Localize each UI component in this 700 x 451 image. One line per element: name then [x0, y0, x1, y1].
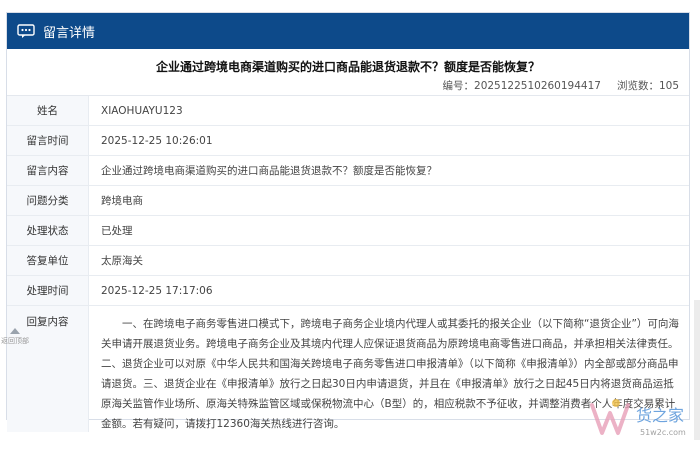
- row-value: 跨境电商: [101, 195, 143, 207]
- row-value: 2025-12-25 17:17:06: [101, 284, 213, 297]
- row-reply-unit: 答复单位 太原海关: [7, 246, 689, 276]
- row-message-time: 留言时间 2025-12-25 10:26:01: [7, 126, 689, 156]
- row-value: 2025-12-25 10:26:01: [101, 134, 213, 147]
- watermark-brand: 货之家: [636, 406, 684, 425]
- watermark-domain: 51w2c.com: [640, 428, 686, 437]
- question-title: 企业通过跨境电商渠道购买的进口商品能退货退款不？额度是否能恢复？: [155, 60, 540, 74]
- row-process-time: 处理时间 2025-12-25 17:17:06: [7, 276, 689, 306]
- row-label: 问题分类: [7, 186, 89, 215]
- row-name: 姓名 XIAOHUAYU123: [7, 96, 689, 126]
- row-label: 处理时间: [7, 276, 89, 305]
- chat-icon: [17, 23, 35, 38]
- back-to-top-button[interactable]: 返回顶部: [0, 328, 30, 346]
- row-label: 留言时间: [7, 126, 89, 155]
- panel-title: 留言详情: [43, 25, 96, 41]
- row-value: 太原海关: [101, 255, 143, 267]
- message-detail-panel: 留言详情 企业通过跨境电商渠道购买的进口商品能退货退款不？额度是否能恢复？ 编号…: [6, 12, 690, 432]
- row-label: 姓名: [7, 96, 89, 125]
- watermark-logo: 货之家 51w2c.com: [590, 399, 686, 437]
- row-message-content: 留言内容 企业通过跨境电商渠道购买的进口商品能退货退款不？额度是否能恢复？: [7, 156, 689, 186]
- number-value: 2025122510260194417: [474, 80, 601, 92]
- row-value: 企业通过跨境电商渠道购买的进口商品能退货退款不？额度是否能恢复？: [101, 165, 437, 177]
- row-value: 已处理: [101, 225, 133, 237]
- number-label: 编号：: [442, 80, 475, 92]
- row-label: 回复内容: [7, 306, 89, 432]
- panel-header: 留言详情: [7, 13, 689, 49]
- views-label: 浏览数：: [616, 80, 659, 92]
- meta-info: 编号： 2025122510260194417 浏览数： 105: [7, 76, 689, 96]
- back-to-top-label: 返回顶部: [1, 337, 29, 345]
- row-category: 问题分类 跨境电商: [7, 186, 689, 216]
- row-status: 处理状态 已处理: [7, 216, 689, 246]
- row-value: XIAOHUAYU123: [101, 104, 183, 117]
- row-label: 答复单位: [7, 246, 89, 275]
- views-value: 105: [658, 80, 679, 92]
- arrow-up-icon: [10, 328, 20, 334]
- row-label: 处理状态: [7, 216, 89, 245]
- row-label: 留言内容: [7, 156, 89, 185]
